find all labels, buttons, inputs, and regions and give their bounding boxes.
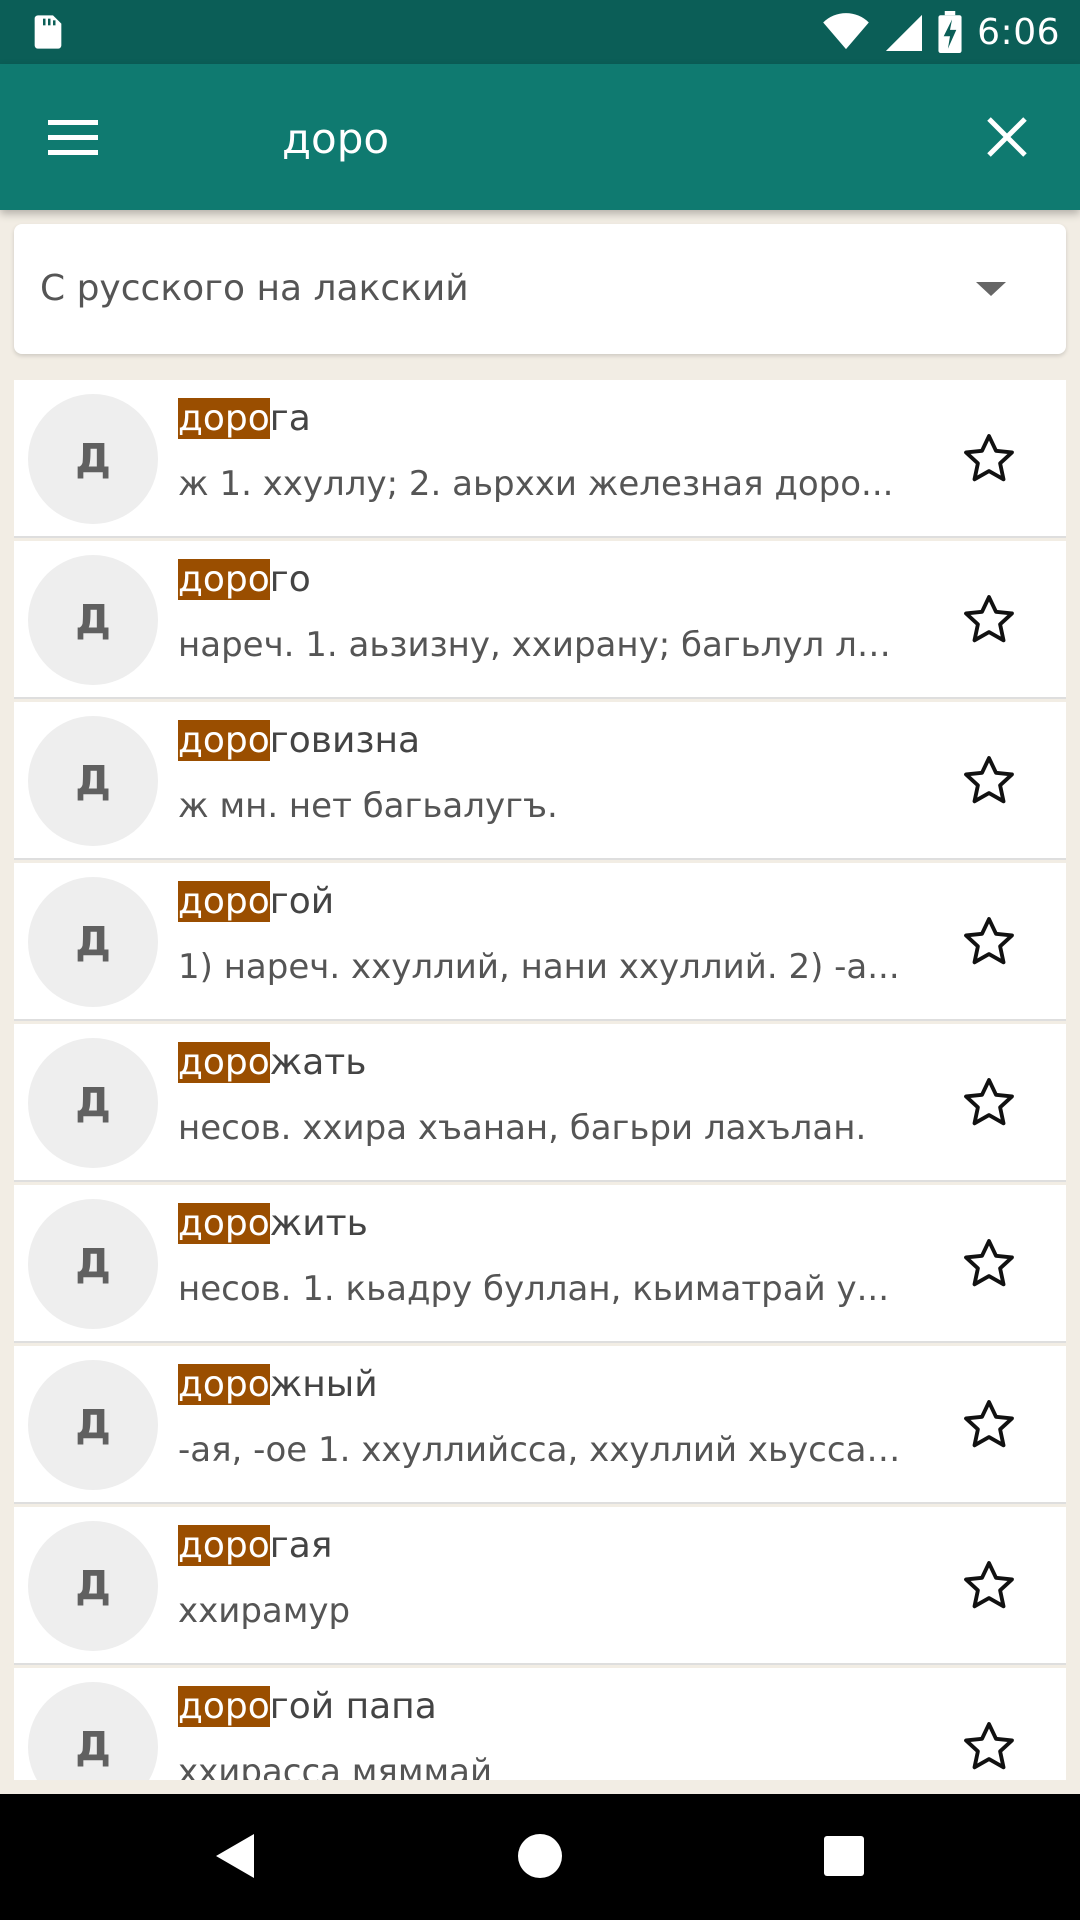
word-remainder: го [269, 559, 311, 600]
result-word: дорогая [178, 1525, 332, 1566]
result-definition: ж мн. нет багьалугъ. [178, 786, 558, 826]
search-match-highlight: доро [178, 1686, 270, 1727]
word-remainder: гая [269, 1525, 333, 1566]
result-word: дорогой [178, 881, 334, 922]
word-remainder: жный [269, 1364, 378, 1405]
letter-avatar: Д [28, 1521, 158, 1651]
favorite-button[interactable] [960, 1557, 1018, 1615]
search-match-highlight: доро [178, 398, 270, 439]
favorite-button[interactable] [960, 752, 1018, 810]
app-bar [0, 64, 1080, 210]
result-definition: ж 1. хxуллу; 2. аьрxxи железная доро... [178, 464, 894, 504]
star-outline-icon [964, 1561, 1014, 1609]
result-word: дорожить [178, 1203, 368, 1244]
battery-charging-icon [938, 11, 962, 53]
search-match-highlight: доро [178, 720, 270, 761]
result-definition: нареч. 1. аьзизну, хxирану; багьлул ла..… [178, 625, 908, 665]
letter-avatar: Д [28, 1682, 158, 1780]
result-word: дорожать [178, 1042, 366, 1083]
letter-avatar: Д [28, 1199, 158, 1329]
results-list[interactable]: Ддорога ж 1. хxуллу; 2. аьрxxи железная д… [14, 380, 1066, 1780]
favorite-button[interactable] [960, 430, 1018, 488]
favorite-button[interactable] [960, 1235, 1018, 1293]
result-item[interactable]: Ддорогой 1) нареч. хxуллий, нани хxуллий.… [14, 863, 1066, 1021]
word-remainder: говизна [269, 720, 421, 761]
result-item[interactable]: Ддорожный -ая, -ое 1. хxуллийсса, хxуллий… [14, 1346, 1066, 1504]
search-match-highlight: доро [178, 559, 270, 600]
sd-card-icon [34, 15, 62, 49]
letter-avatar: Д [28, 716, 158, 846]
search-match-highlight: доро [178, 1364, 270, 1405]
letter-avatar: Д [28, 1038, 158, 1168]
close-icon [987, 117, 1027, 157]
result-definition: 1) нареч. хxуллий, нани хxуллий. 2) -а..… [178, 947, 900, 987]
signal-icon [886, 14, 923, 51]
menu-button[interactable] [36, 106, 108, 168]
language-direction-dropdown[interactable]: С русского на лакский [14, 224, 1066, 354]
result-definition: несов. хxира хъанан, багьри лахълан. [178, 1108, 867, 1148]
star-outline-icon [964, 1722, 1014, 1770]
search-match-highlight: доро [178, 1042, 270, 1083]
menu-icon [48, 120, 98, 155]
word-remainder: гой [269, 881, 335, 922]
favorite-button[interactable] [960, 1074, 1018, 1132]
result-item[interactable]: Ддорого нареч. 1. аьзизну, хxирану; багьл… [14, 541, 1066, 699]
dropdown-arrow-icon [976, 282, 1006, 296]
result-item[interactable]: Ддорога ж 1. хxуллу; 2. аьрxxи железная д… [14, 380, 1066, 538]
word-remainder: га [269, 398, 311, 439]
result-item[interactable]: Ддороговизна ж мн. нет багьалугъ. [14, 702, 1066, 860]
result-word: дорого [178, 559, 311, 600]
search-match-highlight: доро [178, 881, 270, 922]
favorite-button[interactable] [960, 913, 1018, 971]
letter-avatar: Д [28, 877, 158, 1007]
status-bar: 6:06 [0, 0, 1080, 64]
star-outline-icon [964, 1239, 1014, 1287]
status-time: 6:06 [977, 11, 1060, 53]
letter-avatar: Д [28, 1360, 158, 1490]
star-outline-icon [964, 1078, 1014, 1126]
home-icon[interactable] [518, 1834, 562, 1878]
back-icon[interactable] [214, 1832, 258, 1880]
dropdown-selected-value: С русского на лакский [40, 268, 469, 309]
favorite-button[interactable] [960, 1396, 1018, 1454]
result-item[interactable]: Ддорожать несов. хxира хъанан, багьри лах… [14, 1024, 1066, 1182]
word-remainder: гой папа [269, 1686, 437, 1727]
favorite-button[interactable] [960, 591, 1018, 649]
result-item[interactable]: Ддорожить несов. 1. кьадру буллан, кьимат… [14, 1185, 1066, 1343]
result-word: дороговизна [178, 720, 420, 761]
word-remainder: жить [269, 1203, 368, 1244]
word-remainder: жать [269, 1042, 367, 1083]
search-input[interactable] [280, 98, 924, 178]
result-word: дорожный [178, 1364, 378, 1405]
search-match-highlight: доро [178, 1203, 270, 1244]
result-definition: хxирамур [178, 1591, 351, 1631]
recent-apps-icon[interactable] [824, 1836, 864, 1876]
letter-avatar: Д [28, 394, 158, 524]
result-word: дорогой папа [178, 1686, 437, 1727]
star-outline-icon [964, 595, 1014, 643]
star-outline-icon [964, 434, 1014, 482]
navigation-bar [0, 1794, 1080, 1920]
clear-search-button[interactable] [974, 104, 1040, 170]
star-outline-icon [964, 756, 1014, 804]
star-outline-icon [964, 917, 1014, 965]
result-word: дорога [178, 398, 311, 439]
star-outline-icon [964, 1400, 1014, 1448]
result-definition: хxирасса мяммай [178, 1752, 493, 1780]
letter-avatar: Д [28, 555, 158, 685]
result-definition: несов. 1. кьадру буллан, кьиматрай у... [178, 1269, 890, 1309]
result-definition: -ая, -ое 1. хxуллийсса, хxуллий хьусса,.… [178, 1430, 908, 1470]
wifi-icon [823, 13, 869, 50]
search-match-highlight: доро [178, 1525, 270, 1566]
result-item[interactable]: Ддорогой папа хxирасса мяммай [14, 1668, 1066, 1780]
favorite-button[interactable] [960, 1718, 1018, 1776]
result-item[interactable]: Ддорогая хxирамур [14, 1507, 1066, 1665]
